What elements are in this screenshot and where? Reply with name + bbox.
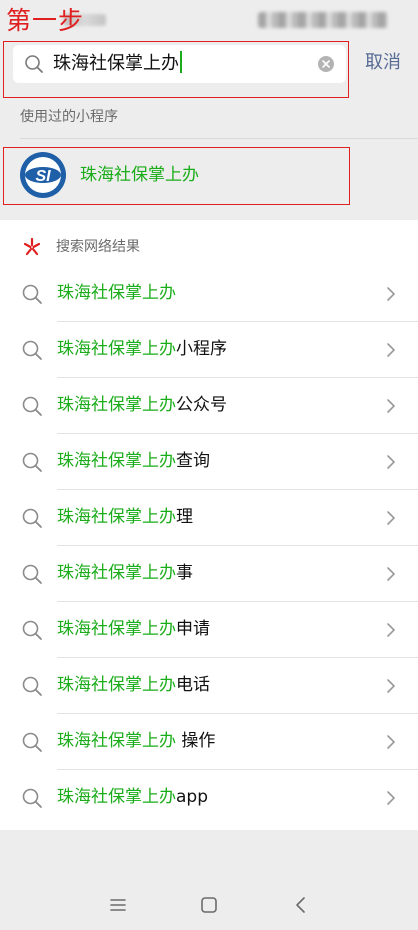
chevron-right-icon (387, 679, 395, 693)
search-result-text: 珠海社保掌上办 操作 (57, 728, 215, 754)
search-result-row[interactable]: 珠海社保掌上办app (0, 770, 418, 826)
chevron-right-icon (387, 567, 395, 581)
search-result-text: 珠海社保掌上办查询 (57, 448, 210, 474)
chevron-right-icon (387, 399, 395, 413)
result-suffix: 电话 (176, 675, 210, 695)
status-indicators-blurred (258, 12, 388, 28)
search-result-text: 珠海社保掌上办小程序 (57, 336, 227, 362)
result-highlight: 珠海社保掌上办 (57, 395, 176, 415)
search-icon (22, 508, 42, 528)
search-icon (22, 396, 42, 416)
chevron-right-icon (387, 511, 395, 525)
system-nav-bar (0, 878, 418, 930)
search-result-row[interactable]: 珠海社保掌上办 (0, 266, 418, 322)
result-suffix: 理 (176, 507, 193, 527)
menu-icon[interactable] (107, 894, 129, 916)
search-result-text: 珠海社保掌上办公众号 (57, 392, 227, 418)
back-icon[interactable] (290, 894, 312, 916)
search-web-icon (23, 237, 41, 256)
search-icon (22, 676, 42, 696)
chevron-right-icon (387, 343, 395, 357)
search-result-text: 珠海社保掌上办 (57, 280, 176, 306)
result-highlight: 珠海社保掌上办 (57, 787, 176, 807)
search-icon (22, 788, 42, 808)
result-highlight: 珠海社保掌上办 (57, 283, 176, 303)
chevron-right-icon (387, 735, 395, 749)
search-icon (22, 732, 42, 752)
chevron-right-icon (387, 791, 395, 805)
search-result-row[interactable]: 珠海社保掌上办电话 (0, 658, 418, 714)
search-result-row[interactable]: 珠海社保掌上办事 (0, 546, 418, 602)
search-result-row[interactable]: 珠海社保掌上办查询 (0, 434, 418, 490)
search-icon (22, 284, 42, 304)
search-result-row[interactable]: 珠海社保掌上办公众号 (0, 378, 418, 434)
result-highlight: 珠海社保掌上办 (57, 451, 176, 471)
search-result-row[interactable]: 珠海社保掌上办小程序 (0, 322, 418, 378)
result-highlight: 珠海社保掌上办 (57, 675, 176, 695)
result-suffix: 事 (176, 563, 193, 583)
result-highlight: 珠海社保掌上办 (57, 507, 176, 527)
search-icon (22, 620, 42, 640)
search-icon (22, 452, 42, 472)
search-result-text: 珠海社保掌上办理 (57, 504, 193, 530)
web-results-title: 搜索网络结果 (56, 239, 140, 255)
result-suffix: 申请 (176, 619, 210, 639)
result-highlight: 珠海社保掌上办 (57, 731, 176, 751)
step-annotation: 第一步 (6, 6, 85, 35)
chevron-right-icon (387, 287, 395, 301)
search-result-text: 珠海社保掌上办事 (57, 560, 193, 586)
used-miniprograms-label: 使用过的小程序 (20, 109, 118, 125)
annotation-box-search (3, 41, 349, 98)
search-result-row[interactable]: 珠海社保掌上办申请 (0, 602, 418, 658)
chevron-right-icon (387, 455, 395, 469)
result-highlight: 珠海社保掌上办 (57, 339, 176, 359)
result-suffix: 操作 (176, 731, 216, 751)
result-suffix: 公众号 (176, 395, 227, 415)
cancel-button[interactable]: 取消 (365, 50, 401, 76)
result-highlight: 珠海社保掌上办 (57, 563, 176, 583)
home-icon[interactable] (198, 894, 220, 916)
annotation-box-miniprogram (3, 147, 350, 205)
search-icon (22, 564, 42, 584)
search-result-text: 珠海社保掌上办电话 (57, 672, 210, 698)
search-result-row[interactable]: 珠海社保掌上办 操作 (0, 714, 418, 770)
search-result-text: 珠海社保掌上办app (57, 784, 208, 810)
result-suffix: 小程序 (176, 339, 227, 359)
result-suffix: 查询 (176, 451, 210, 471)
result-suffix: app (176, 787, 208, 807)
search-result-text: 珠海社保掌上办申请 (57, 616, 210, 642)
chevron-right-icon (387, 623, 395, 637)
result-highlight: 珠海社保掌上办 (57, 619, 176, 639)
search-result-row[interactable]: 珠海社保掌上办理 (0, 490, 418, 546)
web-results-header: 搜索网络结果 (0, 220, 418, 266)
web-results-panel: 搜索网络结果 珠海社保掌上办 珠海社保掌上办小程序 珠海社保掌上办公众号 珠海社保掌上… (0, 220, 418, 830)
search-icon (22, 340, 42, 360)
section-divider (20, 138, 418, 139)
